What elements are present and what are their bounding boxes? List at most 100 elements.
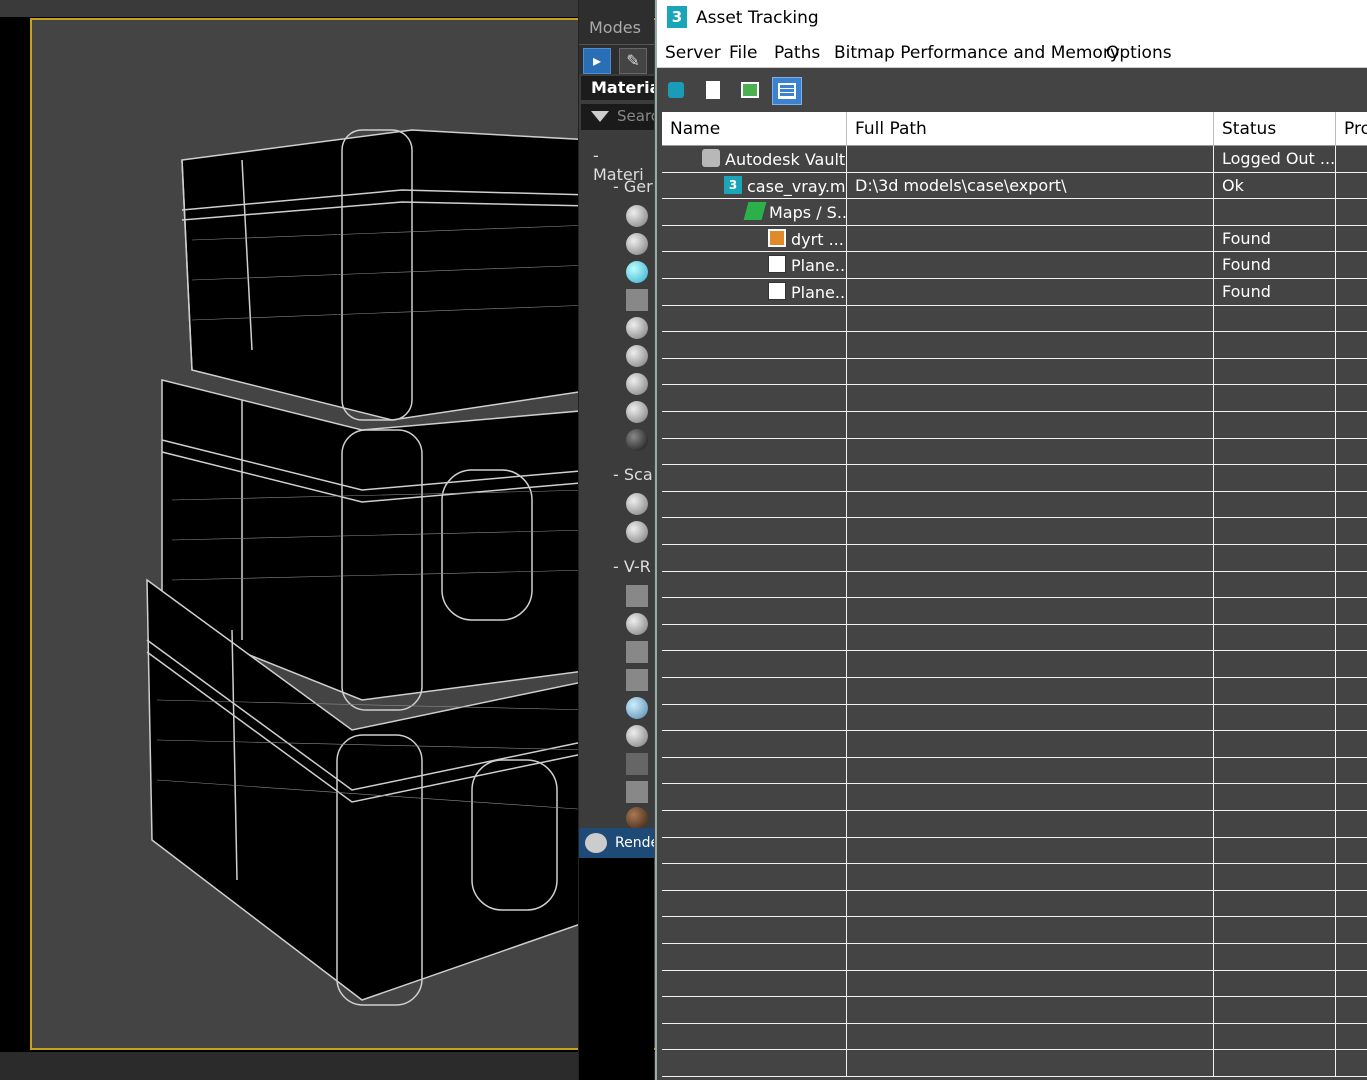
cell-full-path	[847, 890, 1214, 917]
cell-full-path	[847, 252, 1214, 279]
material-swatch[interactable]	[626, 429, 648, 451]
table-view-button[interactable]	[772, 77, 802, 105]
table-row[interactable]: Plane... Found	[662, 279, 1367, 306]
column-name[interactable]: Name	[662, 112, 847, 146]
material-swatch[interactable]	[626, 373, 648, 395]
window-titlebar[interactable]: 3 Asset Tracking	[657, 0, 1367, 38]
render-bar[interactable]: Rende	[579, 828, 654, 858]
material-swatch[interactable]	[626, 289, 648, 311]
table-row[interactable]	[662, 864, 1367, 891]
cell-full-path	[847, 678, 1214, 704]
eyedropper-tool-button[interactable]: ✎	[619, 48, 647, 74]
render-label: Rende	[615, 835, 654, 851]
material-swatch[interactable]	[626, 401, 648, 423]
select-tool-button[interactable]: ▸	[583, 48, 611, 74]
material-swatch[interactable]	[626, 233, 648, 255]
table-row[interactable]	[662, 784, 1367, 811]
menu-bitmap-performance[interactable]: Bitmap Performance and Memory	[834, 43, 1120, 63]
search-options-icon[interactable]	[591, 111, 609, 122]
material-swatch[interactable]	[626, 697, 648, 719]
material-browser-title: Materia	[581, 76, 654, 100]
table-row[interactable]	[662, 412, 1367, 439]
table-row[interactable]: Maps / S...	[662, 199, 1367, 226]
table-row[interactable]	[662, 944, 1367, 971]
table-row[interactable]	[662, 1023, 1367, 1051]
table-row[interactable]: Plane... Found	[662, 252, 1367, 279]
table-row[interactable]	[662, 518, 1367, 545]
viewport-frame[interactable]	[30, 18, 655, 1050]
refresh-button[interactable]	[661, 77, 691, 105]
table-row[interactable]: dyrt ... Found	[662, 225, 1367, 253]
material-swatch[interactable]	[626, 725, 648, 747]
cell-full-path	[847, 1023, 1214, 1050]
modes-label[interactable]: Modes	[579, 0, 654, 44]
material-swatch[interactable]	[626, 807, 648, 829]
material-swatch[interactable]	[626, 641, 648, 663]
table-row[interactable]	[662, 704, 1367, 732]
cell-proxy	[1336, 598, 1367, 624]
tree-view-button[interactable]	[735, 77, 765, 105]
menu-server[interactable]: Server	[665, 43, 721, 63]
cell-proxy	[1336, 332, 1367, 358]
table-row[interactable]: 3 case_vray.m...D:\3d models\case\export\…	[662, 172, 1367, 200]
column-full-path[interactable]: Full Path	[847, 112, 1214, 146]
table-row[interactable]	[662, 837, 1367, 865]
material-swatch[interactable]	[626, 753, 648, 775]
cell-name	[662, 704, 847, 731]
table-row[interactable]	[662, 890, 1367, 918]
table-row[interactable]	[662, 305, 1367, 333]
cell-name	[662, 678, 847, 704]
table-row[interactable]	[662, 385, 1367, 412]
table-row[interactable]	[662, 651, 1367, 678]
cell-status: Found	[1214, 225, 1336, 252]
menu-paths[interactable]: Paths	[774, 43, 820, 63]
table-row[interactable]	[662, 624, 1367, 652]
table-row[interactable]	[662, 358, 1367, 386]
material-swatch[interactable]	[626, 261, 648, 283]
material-swatch[interactable]	[626, 345, 648, 367]
material-swatch[interactable]	[626, 585, 648, 607]
cell-full-path	[847, 146, 1214, 172]
column-proxy[interactable]: Pro	[1336, 112, 1367, 146]
table-row[interactable]	[662, 917, 1367, 944]
cell-full-path	[847, 332, 1214, 359]
material-swatch[interactable]	[626, 205, 648, 227]
cell-name	[662, 811, 847, 837]
table-row[interactable]	[662, 598, 1367, 625]
table-row[interactable]	[662, 970, 1367, 998]
material-swatch[interactable]	[626, 669, 648, 691]
table-row[interactable]	[662, 332, 1367, 359]
material-search-input[interactable]: Searc	[581, 104, 654, 130]
material-swatch[interactable]	[626, 613, 648, 635]
table-row[interactable]	[662, 571, 1367, 599]
column-status[interactable]: Status	[1214, 112, 1336, 146]
material-swatch[interactable]	[626, 521, 648, 543]
cell-full-path	[847, 571, 1214, 598]
group-general[interactable]: - Ger	[613, 177, 653, 196]
table-row[interactable]	[662, 465, 1367, 492]
menu-file[interactable]: File	[729, 43, 757, 63]
material-swatch[interactable]	[626, 493, 648, 515]
table-row[interactable]	[662, 811, 1367, 838]
table-row[interactable]	[662, 545, 1367, 572]
table-row[interactable]	[662, 491, 1367, 519]
table-row[interactable]	[662, 757, 1367, 785]
viewport[interactable]	[0, 0, 655, 1080]
material-swatch[interactable]	[626, 317, 648, 339]
table-row[interactable]	[662, 1050, 1367, 1077]
cell-name	[662, 1050, 847, 1077]
list-view-button[interactable]	[698, 77, 728, 105]
cell-proxy	[1336, 199, 1367, 225]
table-row[interactable]	[662, 438, 1367, 466]
group-vray[interactable]: - V-R	[613, 557, 651, 576]
table-row[interactable]: Autodesk Vault Logged Out ...	[662, 146, 1367, 173]
cell-proxy	[1336, 811, 1367, 837]
table-row[interactable]	[662, 997, 1367, 1024]
table-row[interactable]	[662, 678, 1367, 705]
material-swatch[interactable]	[626, 781, 648, 803]
table-row[interactable]	[662, 731, 1367, 758]
group-scanline[interactable]: - Sca	[613, 465, 653, 484]
menu-options[interactable]: Options	[1106, 43, 1172, 63]
cell-status: Ok	[1214, 172, 1336, 199]
cell-name	[662, 757, 847, 784]
